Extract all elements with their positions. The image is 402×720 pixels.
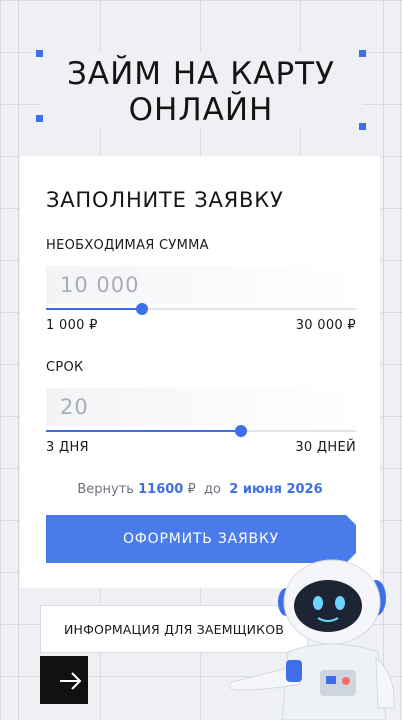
loan-form-card: ЗАПОЛНИТЕ ЗАЯВКУ НЕОБХОДИМАЯ СУММА 10 00…: [20, 156, 380, 588]
corner-marker: [359, 123, 366, 130]
amount-slider-thumb[interactable]: [136, 303, 149, 315]
corner-marker: [36, 115, 43, 122]
term-min-label: 3 ДНЯ: [46, 440, 89, 455]
next-arrow-button[interactable]: [40, 656, 88, 704]
term-slider[interactable]: [46, 425, 356, 437]
form-title: ЗАПОЛНИТЕ ЗАЯВКУ: [46, 188, 284, 212]
amount-input[interactable]: 10 000: [46, 266, 356, 304]
term-slider-fill: [46, 430, 242, 432]
term-slider-thumb[interactable]: [235, 425, 248, 437]
return-summary: Вернуть 11600 ₽ до 2 июня 2026: [20, 482, 380, 497]
amount-label: НЕОБХОДИМАЯ СУММА: [46, 238, 209, 253]
hero-header: ЗАЙМ НА КАРТУ ОНЛАЙН: [36, 50, 366, 130]
return-date: 2 июня 2026: [229, 482, 323, 497]
divider-left: [18, 0, 19, 720]
return-amount: 11600: [138, 482, 184, 497]
amount-slider-fill: [46, 308, 143, 310]
return-prefix: Вернуть: [77, 482, 134, 497]
hero-title-line1: ЗАЙМ НА КАРТУ: [67, 56, 335, 92]
amount-min-label: 1 000 ₽: [46, 318, 98, 333]
return-middle: до: [204, 482, 221, 497]
term-max-label: 30 ДНЕЙ: [295, 440, 356, 455]
hero-title: ЗАЙМ НА КАРТУ ОНЛАЙН: [40, 56, 362, 128]
amount-slider[interactable]: [46, 303, 356, 315]
hero-title-line2: ОНЛАЙН: [128, 92, 274, 128]
corner-marker: [36, 50, 43, 57]
robot-mascot-illustration: [229, 559, 395, 720]
term-input[interactable]: 20: [46, 388, 356, 426]
corner-marker: [359, 50, 366, 57]
return-currency: ₽: [187, 482, 196, 497]
arrow-right-icon: [60, 672, 82, 690]
amount-max-label: 30 000 ₽: [295, 318, 356, 333]
term-label: СРОК: [46, 360, 84, 375]
